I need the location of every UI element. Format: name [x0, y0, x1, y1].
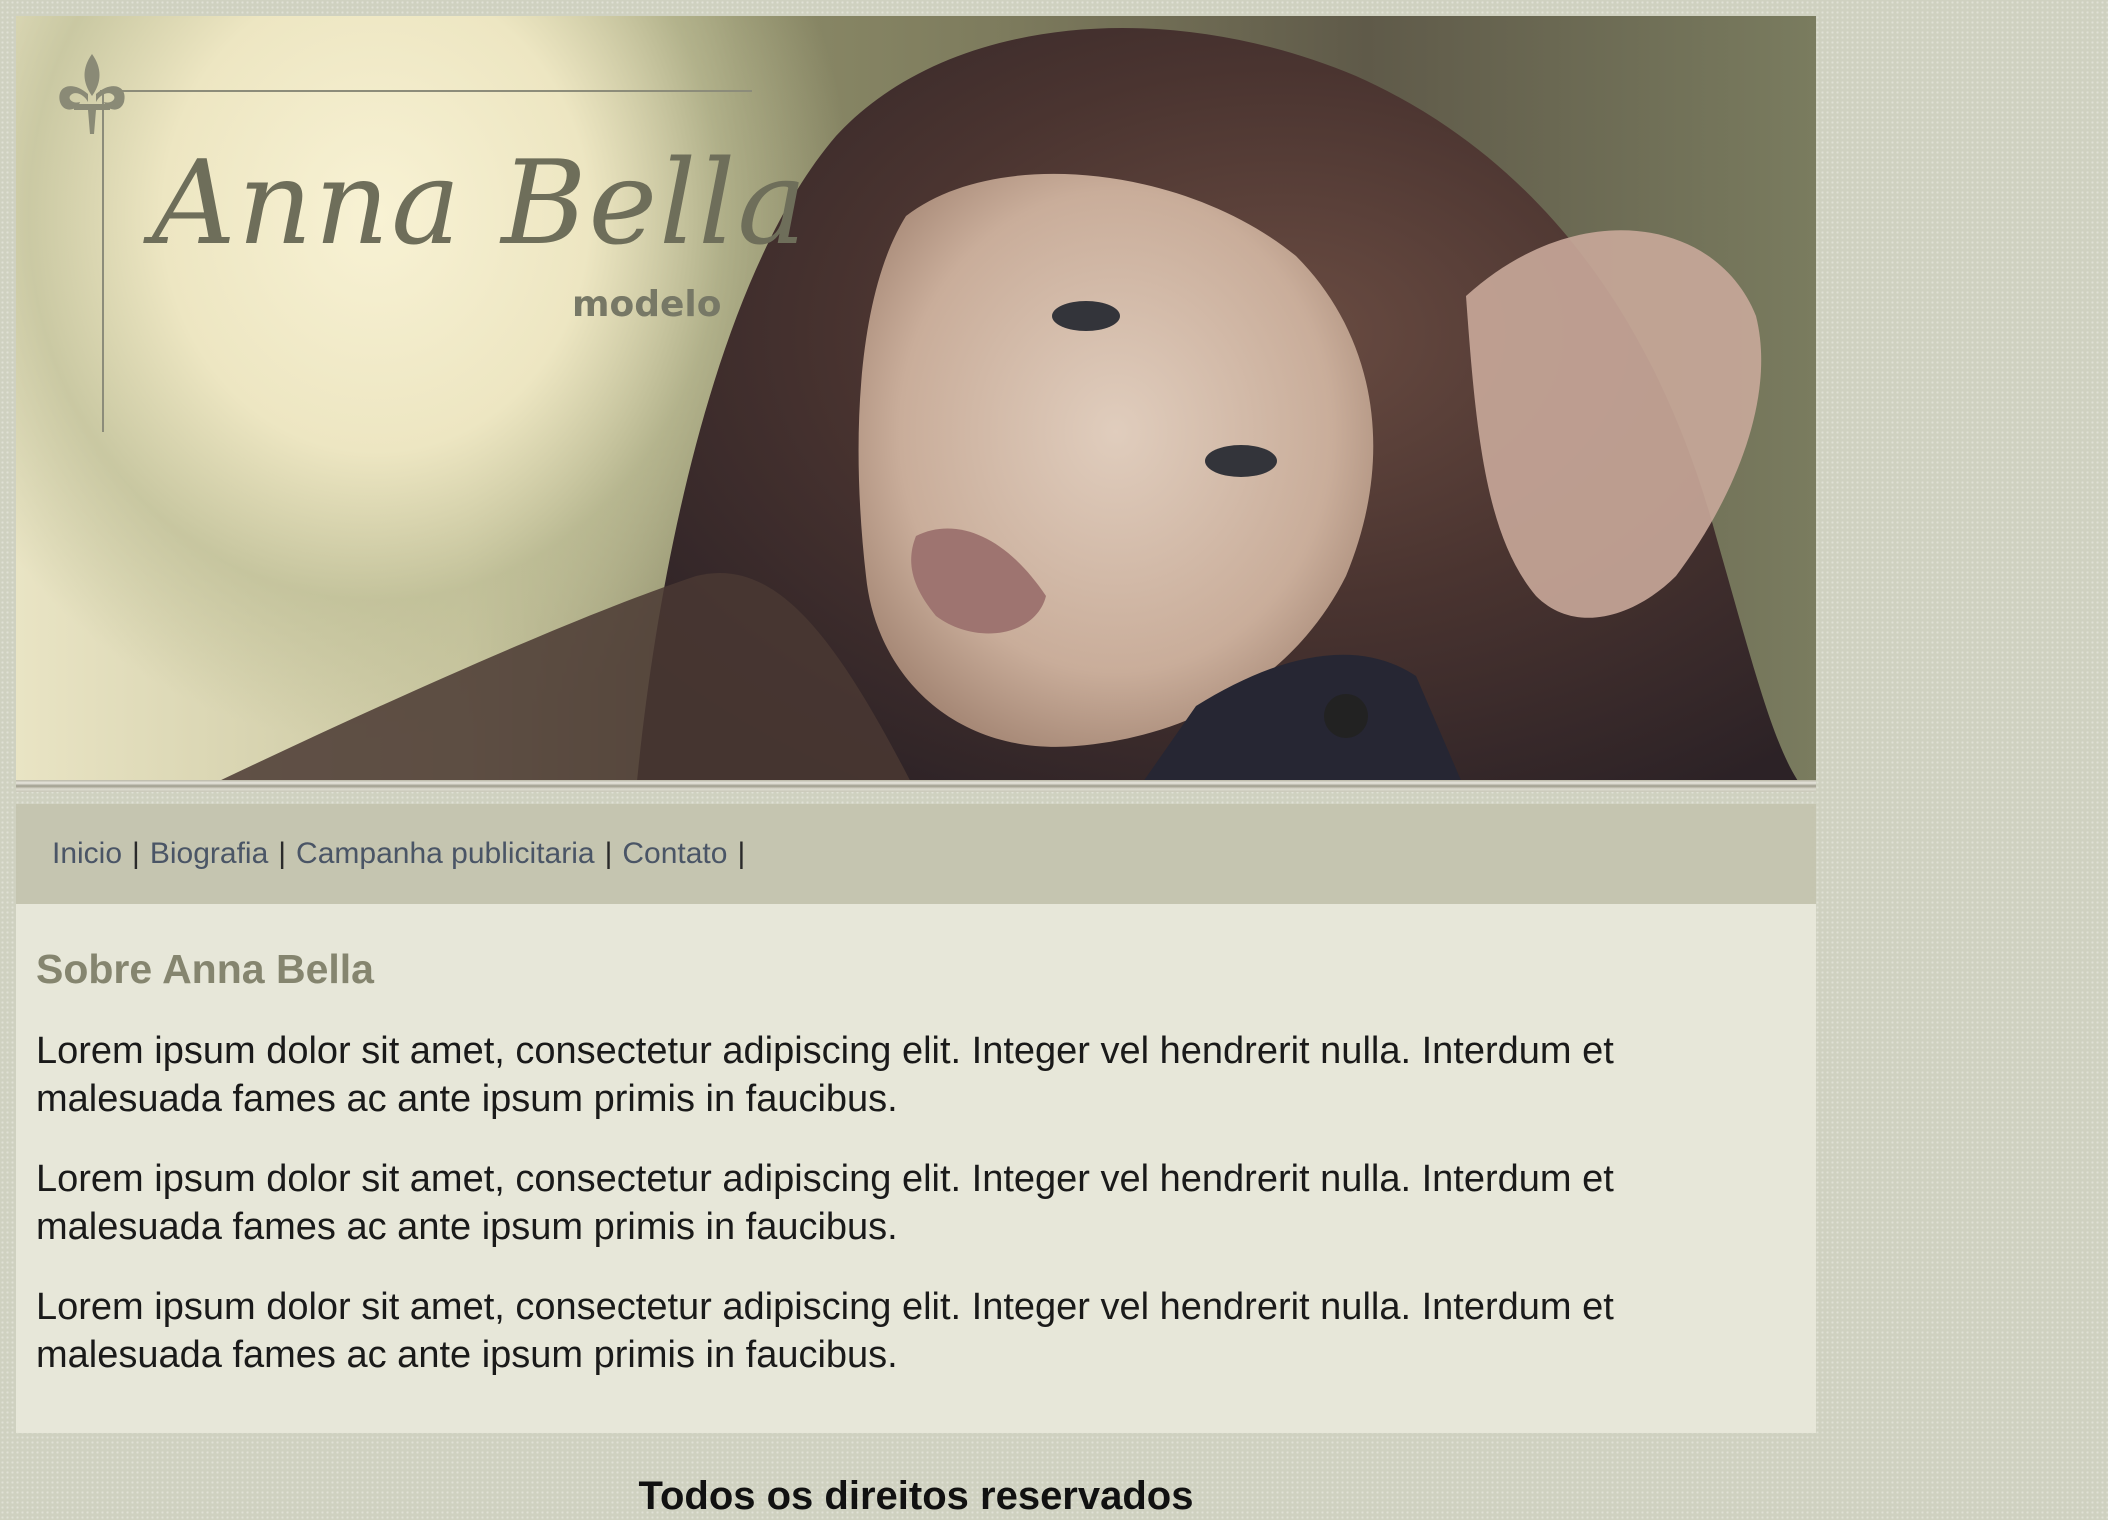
logo-vertical-line — [102, 90, 104, 432]
page-wrapper: Anna Bella modelo Inicio | Biografia | C… — [16, 16, 1816, 1433]
nav-link-campanha[interactable]: Campanha publicitaria — [296, 837, 595, 871]
logo-horizontal-line — [100, 90, 752, 92]
logo-name: Anna Bella — [152, 136, 809, 271]
paragraph: Lorem ipsum dolor sit amet, consectetur … — [36, 1286, 1614, 1376]
nav-separator: | — [604, 837, 613, 870]
paragraph: Lorem ipsum dolor sit amet, consectetur … — [36, 1030, 1614, 1120]
logo-subtitle: modelo — [572, 284, 722, 325]
banner-photo — [196, 27, 1806, 792]
header-banner: Anna Bella modelo — [16, 16, 1816, 792]
footer-text: Todos os direitos reservados — [638, 1474, 1194, 1518]
section-heading: Sobre Anna Bella — [36, 946, 374, 992]
nav-link-inicio[interactable]: Inicio — [52, 837, 122, 871]
nav-separator: | — [132, 837, 140, 870]
nav-link-contato[interactable]: Contato — [622, 837, 727, 871]
paragraph: Lorem ipsum dolor sit amet, consectetur … — [36, 1158, 1614, 1248]
fleur-de-lis-icon — [59, 54, 125, 134]
banner-bottom-rule — [16, 780, 1816, 792]
main-nav: Inicio | Biografia | Campanha publicitar… — [16, 804, 1816, 904]
nav-link-biografia[interactable]: Biografia — [150, 837, 268, 871]
nav-separator: | — [278, 837, 287, 870]
main-content: Sobre Anna Bella Lorem ipsum dolor sit a… — [16, 904, 1816, 1433]
nav-separator: | — [737, 837, 746, 870]
